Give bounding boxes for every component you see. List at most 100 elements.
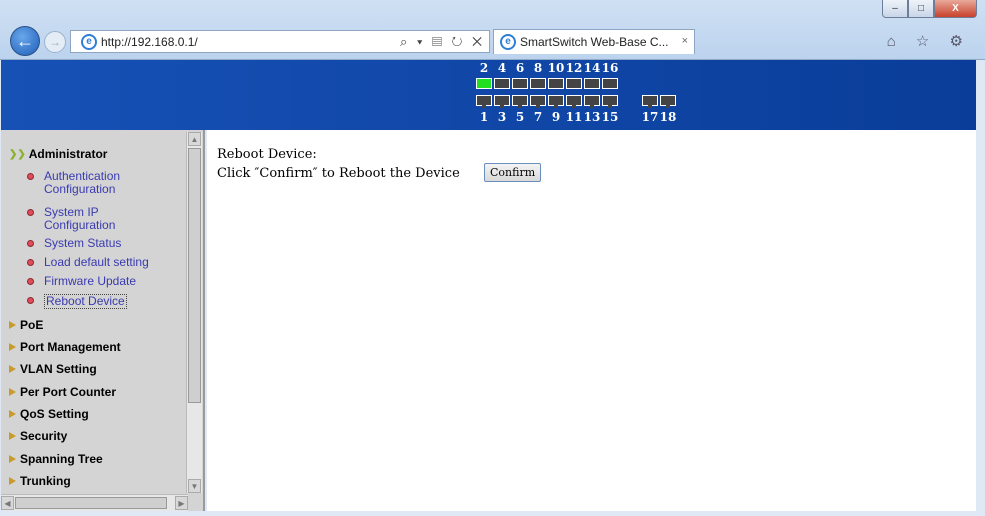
- sidebar-section-label: PoE: [20, 318, 44, 332]
- port-label-12: 12: [565, 61, 583, 75]
- bullet-icon: [27, 173, 34, 180]
- port-label-11: 11: [565, 110, 583, 124]
- minimize-icon[interactable]: –: [882, 0, 908, 18]
- scroll-right-icon[interactable]: ▶: [175, 496, 188, 510]
- port-17-icon[interactable]: [642, 95, 658, 108]
- port-14-icon[interactable]: [584, 78, 600, 89]
- port-16-icon[interactable]: [602, 78, 618, 89]
- port-label-2: 2: [479, 61, 489, 75]
- back-button[interactable]: ←: [10, 26, 40, 56]
- switch-banner: 2 4 6 8 10 12 14 16 1 3 5 7 9 11 13 15 17 18: [1, 60, 976, 130]
- port-label-3: 3: [497, 110, 507, 124]
- sidebar-vertical-scrollbar[interactable]: ▲ ▼: [186, 132, 202, 493]
- collapsed-arrow-icon: [9, 365, 16, 373]
- sidebar-section-label: Port Management: [20, 340, 121, 354]
- bullet-icon: [27, 240, 34, 247]
- scrollbar-thumb[interactable]: [188, 148, 201, 403]
- sidebar-item-system-ip-configuration[interactable]: System IP Configuration: [27, 206, 154, 232]
- port-1-icon[interactable]: [476, 95, 492, 108]
- reboot-instruction: Click ″Confirm″ to Reboot the Device: [217, 166, 460, 181]
- collapsed-arrow-icon: [9, 388, 16, 396]
- sidebar-section-port-management[interactable]: Port Management: [9, 340, 121, 354]
- sidebar-section-label: VLAN Setting: [20, 362, 97, 376]
- sidebar-menu: ❯❯ Administrator Authentication Configur…: [1, 130, 205, 511]
- bullet-icon: [27, 297, 34, 304]
- sidebar-item-system-status[interactable]: System Status: [27, 237, 121, 250]
- port-3-icon[interactable]: [494, 95, 510, 108]
- tab-ie-icon: e: [500, 34, 516, 50]
- port-label-5: 5: [515, 110, 525, 124]
- port-label-6: 6: [515, 61, 525, 75]
- port-18-icon[interactable]: [660, 95, 676, 108]
- port-label-7: 7: [533, 110, 543, 124]
- sidebar-section-label: Per Port Counter: [20, 385, 117, 399]
- sidebar-section-poe[interactable]: PoE: [9, 318, 43, 332]
- sidebar-section-security[interactable]: Security: [9, 429, 67, 443]
- sidebar-horizontal-scrollbar[interactable]: ◀ ▶: [1, 494, 188, 511]
- sidebar-item-reboot-device[interactable]: Reboot Device: [27, 294, 127, 309]
- port-12-icon[interactable]: [566, 78, 582, 89]
- tab-close-icon[interactable]: ×: [682, 35, 688, 47]
- port-label-18: 18: [659, 110, 677, 124]
- close-window-icon[interactable]: X: [934, 0, 977, 18]
- port-label-16: 16: [601, 61, 619, 75]
- scrollbar-thumb[interactable]: [15, 497, 167, 509]
- port-2-icon[interactable]: [476, 78, 492, 89]
- port-13-icon[interactable]: [584, 95, 600, 108]
- port-10-icon[interactable]: [548, 78, 564, 89]
- bullet-icon: [27, 278, 34, 285]
- collapsed-arrow-icon: [9, 477, 16, 485]
- sidebar-section-label: Trunking: [20, 474, 71, 488]
- sidebar-item-load-default-setting[interactable]: Load default setting: [27, 256, 149, 269]
- port-label-13: 13: [583, 110, 601, 124]
- maximize-icon[interactable]: □: [908, 0, 934, 18]
- sidebar-item-label: Reboot Device: [44, 294, 127, 309]
- bullet-icon: [27, 259, 34, 266]
- forward-button[interactable]: →: [44, 31, 66, 53]
- window-right-border: [976, 130, 985, 511]
- scroll-down-icon[interactable]: ▼: [188, 479, 201, 493]
- port-7-icon[interactable]: [530, 95, 546, 108]
- ie-icon: e: [81, 33, 97, 50]
- expanded-arrow-icon: ❯❯: [9, 148, 26, 160]
- port-6-icon[interactable]: [512, 78, 528, 89]
- sidebar-item-label: Firmware Update: [44, 274, 137, 288]
- browser-tab[interactable]: e SmartSwitch Web-Base C... ×: [493, 29, 695, 54]
- tab-title: SmartSwitch Web-Base C...: [520, 35, 669, 49]
- sidebar-section-label: Administrator: [28, 147, 108, 161]
- window-bottom-border: [0, 511, 985, 516]
- collapsed-arrow-icon: [9, 455, 16, 463]
- confirm-button[interactable]: Confirm: [484, 163, 542, 182]
- collapsed-arrow-icon: [9, 321, 16, 329]
- sidebar-section-administrator[interactable]: ❯❯ Administrator: [9, 147, 107, 161]
- sidebar-section-trunking[interactable]: Trunking: [9, 474, 71, 488]
- sidebar-section-label: QoS Setting: [20, 407, 89, 421]
- port-9-icon[interactable]: [548, 95, 564, 108]
- port-4-icon[interactable]: [494, 78, 510, 89]
- sidebar-item-firmware-update[interactable]: Firmware Update: [27, 275, 136, 288]
- sidebar-section-label: Security: [20, 429, 68, 443]
- sidebar-item-label: System IP Configuration: [44, 205, 116, 232]
- sidebar-item-authentication-configuration[interactable]: Authentication Configuration: [27, 170, 154, 196]
- port-5-icon[interactable]: [512, 95, 528, 108]
- port-8-icon[interactable]: [530, 78, 546, 89]
- sidebar-section-qos-setting[interactable]: QoS Setting: [9, 407, 89, 421]
- main-content: Reboot Device: Click ″Confirm″ to Reboot…: [207, 130, 976, 511]
- sidebar-section-spanning-tree[interactable]: Spanning Tree: [9, 452, 103, 466]
- port-11-icon[interactable]: [566, 95, 582, 108]
- port-15-icon[interactable]: [602, 95, 618, 108]
- address-bar[interactable]: e http://192.168.0.1/ ⌕ ▾ ▤ ↻ ✕: [70, 30, 490, 53]
- address-tools-icons[interactable]: ⌕ ▾ ▤ ↻ ✕: [400, 34, 485, 50]
- port-label-8: 8: [533, 61, 543, 75]
- scroll-up-icon[interactable]: ▲: [188, 132, 201, 146]
- scroll-left-icon[interactable]: ◀: [1, 496, 14, 510]
- page-title: Reboot Device:: [217, 147, 317, 162]
- port-panel: 2 4 6 8 10 12 14 16 1 3 5 7 9 11 13 15 17 18: [473, 60, 713, 130]
- collapsed-arrow-icon: [9, 432, 16, 440]
- sidebar-section-per-port-counter[interactable]: Per Port Counter: [9, 385, 116, 399]
- url-text[interactable]: http://192.168.0.1/: [101, 35, 198, 49]
- sidebar-item-label: Load default setting: [44, 255, 149, 269]
- home-favorites-settings-icons[interactable]: ⌂ ☆ ⚙: [887, 32, 971, 50]
- sidebar-section-vlan-setting[interactable]: VLAN Setting: [9, 362, 97, 376]
- sidebar-item-label: Authentication Configuration: [44, 169, 121, 196]
